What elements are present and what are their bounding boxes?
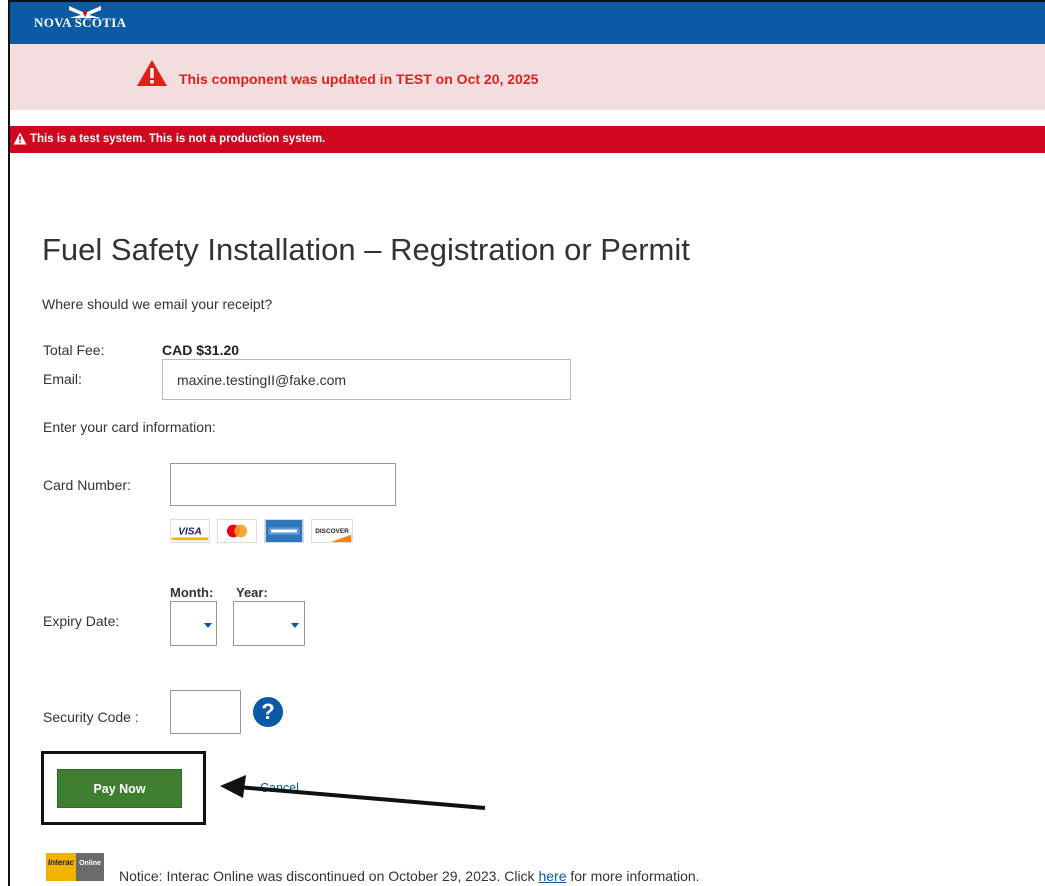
page-title: Fuel Safety Installation – Registration … [42, 232, 690, 267]
security-code-input[interactable] [170, 690, 241, 734]
notice-suffix: for more information. [566, 868, 700, 884]
svg-text:VISA: VISA [178, 527, 202, 538]
receipt-question: Where should we email your receipt? [42, 296, 273, 312]
pay-now-button[interactable]: Pay Now [57, 769, 182, 808]
mastercard-icon [217, 519, 257, 543]
here-link[interactable]: here [538, 868, 566, 884]
interac-online-logo: Interac Online [46, 853, 104, 881]
amex-icon [264, 519, 304, 543]
interac-logo-text: Interac [48, 858, 75, 867]
visa-icon: VISA [170, 519, 210, 543]
total-fee-label: Total Fee: [43, 342, 105, 358]
interac-online-text: Online [79, 860, 101, 867]
chevron-down-icon [204, 623, 212, 628]
year-label: Year: [236, 585, 268, 600]
total-fee-value: CAD $31.20 [162, 342, 240, 358]
expiry-date-label: Expiry Date: [43, 613, 120, 629]
interac-notice: Notice: Interac Online was discontinued … [119, 868, 700, 884]
help-icon[interactable]: ? [253, 697, 283, 727]
email-field[interactable] [162, 359, 571, 400]
chevron-down-icon [291, 623, 299, 628]
discover-icon: DISCOVER [311, 519, 353, 543]
svg-text:DISCOVER: DISCOVER [315, 528, 349, 535]
card-number-input[interactable] [170, 463, 396, 506]
year-select[interactable] [233, 601, 305, 646]
month-select[interactable] [170, 601, 217, 646]
month-label: Month: [170, 585, 214, 600]
email-label: Email: [43, 371, 82, 387]
notice-prefix: Notice: Interac Online was discontinued … [119, 868, 539, 884]
nova-scotia-logo[interactable]: NOVA SCOTIA [34, 15, 126, 31]
security-code-label: Security Code : [43, 709, 139, 725]
update-notice-text: This component was updated in TEST on Oc… [179, 71, 539, 87]
arrow-annotation-icon [220, 775, 486, 810]
test-system-text: This is a test system. This is not a pro… [30, 133, 326, 145]
update-notice-banner: This component was updated in TEST on Oc… [10, 44, 1045, 110]
test-system-banner: This is a test system. This is not a pro… [10, 126, 1045, 153]
card-info-label: Enter your card information: [43, 419, 216, 435]
card-number-label: Card Number: [43, 477, 131, 493]
warning-triangle-icon [137, 60, 167, 86]
site-header: NOVA SCOTIA [10, 0, 1045, 44]
warning-triangle-icon [13, 132, 27, 145]
